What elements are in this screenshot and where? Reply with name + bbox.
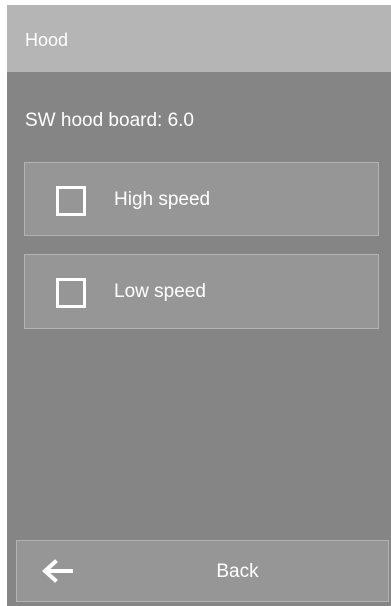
hood-screen: Hood SW hood board: 6.0 High speed Low s… [7, 5, 391, 606]
low-speed-option[interactable]: Low speed [24, 254, 379, 329]
back-button[interactable]: Back [16, 540, 389, 602]
low-speed-checkbox[interactable] [56, 278, 86, 308]
high-speed-option[interactable]: High speed [24, 162, 379, 236]
high-speed-label: High speed [114, 189, 211, 210]
sw-version-text: SW hood board: 6.0 [25, 110, 194, 131]
back-label: Back [216, 561, 259, 582]
page-title: Hood [25, 30, 69, 50]
title-bar: Hood [7, 5, 391, 72]
high-speed-checkbox[interactable] [56, 186, 86, 216]
low-speed-label: Low speed [114, 281, 206, 302]
